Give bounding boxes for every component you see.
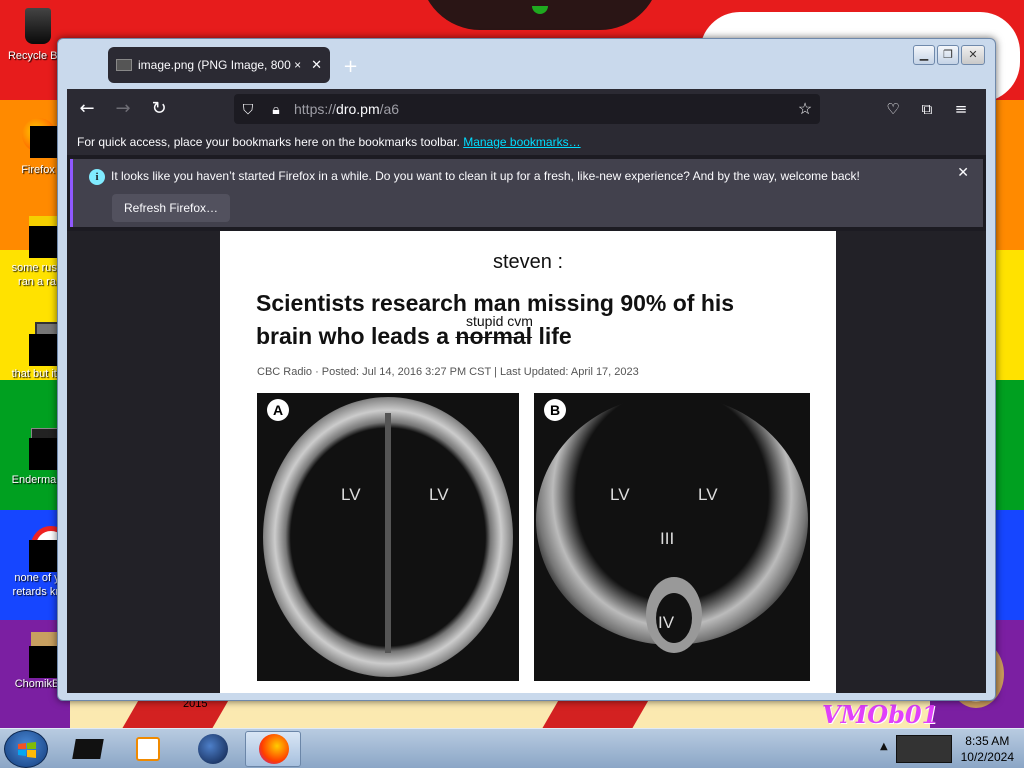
- manage-bookmarks-link[interactable]: Manage bookmarks…: [463, 135, 580, 149]
- refresh-notification: i It looks like you haven’t started Fire…: [70, 159, 983, 227]
- taskbar-explorer-button[interactable]: [62, 731, 118, 767]
- system-tray: ▲ 8:35 AM 10/2/2024: [874, 729, 1024, 768]
- clock-time: 8:35 AM: [965, 734, 1010, 748]
- displayed-image[interactable]: steven : Scientists research man missing…: [220, 231, 836, 693]
- bookmarks-toolbar: For quick access, place your bookmarks h…: [67, 129, 986, 155]
- opera-icon: [17, 526, 71, 572]
- windows-logo-icon: [18, 742, 36, 758]
- new-tab-button[interactable]: +: [343, 56, 358, 77]
- maximize-button[interactable]: ❐: [937, 45, 959, 65]
- tab-close-icon[interactable]: ✕: [311, 57, 322, 73]
- minimize-button[interactable]: ▁: [913, 45, 935, 65]
- tab-image[interactable]: image.png (PNG Image, 800 × … ✕: [108, 47, 330, 83]
- tray-icons[interactable]: [896, 735, 952, 763]
- pocket-icon[interactable]: ♡: [876, 93, 910, 125]
- recycle-bin-icon: [17, 4, 57, 46]
- notification-close-icon[interactable]: ✕: [957, 165, 969, 181]
- file-icon: [17, 216, 71, 258]
- hamster-icon: [17, 632, 71, 678]
- scan-a-label: LV: [429, 485, 449, 504]
- scan-b-label: IV: [658, 613, 675, 632]
- refresh-firefox-button[interactable]: Refresh Firefox…: [112, 194, 231, 222]
- taskbar-globe-button[interactable]: [186, 731, 242, 767]
- clock-date: 10/2/2024: [960, 750, 1014, 764]
- image-headline: Scientists research man missing 90% of h…: [256, 290, 735, 349]
- scan-a-letter: A: [267, 399, 289, 421]
- taskbar-firefox-button[interactable]: [245, 731, 301, 767]
- url-text[interactable]: https://dro.pm/a6: [294, 101, 790, 117]
- scan-b-label: LV: [610, 485, 630, 504]
- tab-strip: image.png (PNG Image, 800 × … ✕ + ▁ ❐ ✕: [58, 39, 995, 89]
- navigation-toolbar: ← → ↻ ⛉ 🔒︎ https://dro.pm/a6 ☆ ♡ ⧉ ≡: [67, 89, 986, 129]
- window-controls: ▁ ❐ ✕: [911, 45, 985, 65]
- globe-icon: [198, 734, 228, 764]
- media-player-icon: [136, 737, 160, 761]
- program-icon: [17, 428, 71, 470]
- image-byline: CBC Radio · Posted: Jul 14, 2016 3:27 PM…: [257, 366, 639, 378]
- image-viewer: steven : Scientists research man missing…: [67, 231, 986, 693]
- handwritten-annotation: stupid cvm: [466, 313, 533, 329]
- clock[interactable]: 8:35 AM 10/2/2024: [961, 733, 1014, 765]
- scan-b-label: III: [660, 529, 675, 548]
- back-button[interactable]: ←: [71, 93, 103, 125]
- firefox-window: image.png (PNG Image, 800 × … ✕ + ▁ ❐ ✕ …: [57, 38, 996, 701]
- browser-content: ← → ↻ ⛉ 🔒︎ https://dro.pm/a6 ☆ ♡ ⧉ ≡ For…: [67, 89, 986, 693]
- taskbar-media-player-button[interactable]: [122, 731, 178, 767]
- notification-message: It looks like you haven’t started Firefo…: [111, 169, 860, 183]
- forward-button[interactable]: →: [107, 93, 139, 125]
- taskbar: ▲ 8:35 AM 10/2/2024: [0, 728, 1024, 768]
- menu-icon[interactable]: ≡: [944, 93, 978, 125]
- firefox-icon: [259, 734, 289, 764]
- url-bar[interactable]: ⛉ 🔒︎ https://dro.pm/a6 ☆: [234, 94, 820, 124]
- extensions-icon[interactable]: ⧉: [910, 93, 944, 125]
- scan-a-label: LV: [341, 485, 361, 504]
- brain-scan-b: B LV LV III IV: [534, 393, 810, 681]
- firefox-icon: [18, 118, 62, 160]
- shield-icon[interactable]: ⛉: [234, 101, 262, 118]
- scan-b-label: LV: [698, 485, 718, 504]
- wallpaper-shape: [420, 0, 660, 30]
- image-favicon-icon: [116, 59, 132, 71]
- image-author: steven :: [492, 251, 564, 273]
- lock-icon[interactable]: 🔒︎: [262, 101, 290, 118]
- brain-scan-a: A LV LV: [257, 393, 519, 681]
- show-hidden-icons-icon[interactable]: ▲: [880, 741, 888, 752]
- close-window-button[interactable]: ✕: [961, 45, 985, 65]
- folder-icon: [17, 322, 69, 366]
- bookmark-star-icon[interactable]: ☆: [790, 99, 820, 119]
- toolbar-right: ♡ ⧉ ≡: [876, 93, 978, 125]
- device-icon: [72, 739, 104, 759]
- scan-b-letter: B: [544, 399, 566, 421]
- tab-title: image.png (PNG Image, 800 × …: [138, 58, 306, 72]
- info-icon: i: [89, 169, 105, 185]
- bookmarks-hint: For quick access, place your bookmarks h…: [77, 135, 460, 149]
- reload-button[interactable]: ↻: [143, 93, 175, 125]
- wallpaper-text: VMOb01: [822, 700, 939, 728]
- start-button[interactable]: [4, 730, 48, 768]
